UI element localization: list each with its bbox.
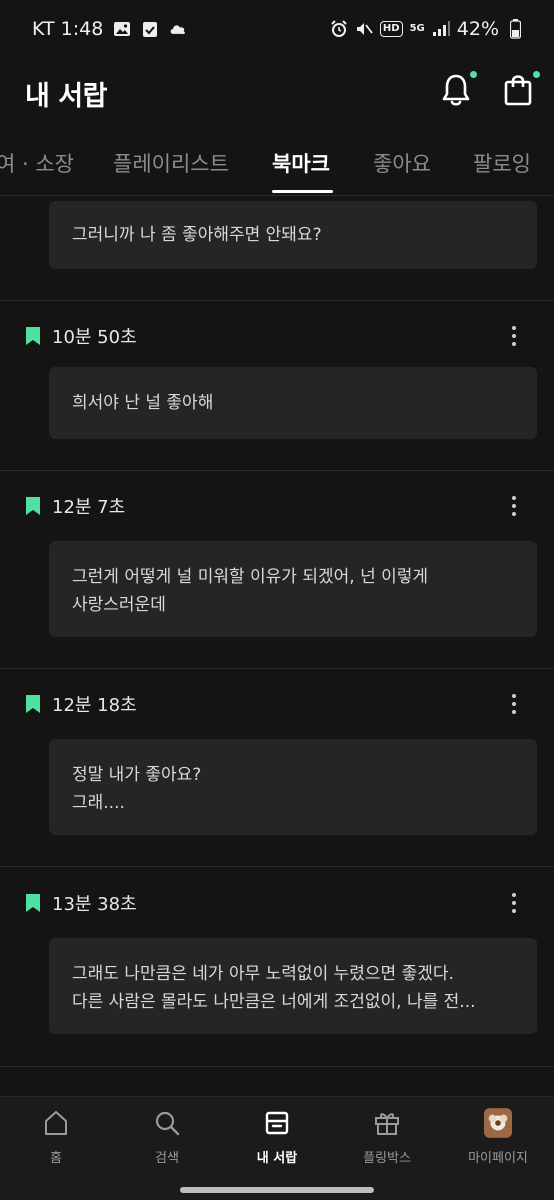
bottom-navigation: 홈 검색 내 서랍 플링박스 마이페이지 (0, 1096, 554, 1200)
gift-icon (373, 1109, 401, 1137)
bookmark-quote[interactable]: 그래도 나만큼은 네가 아무 노력없이 누렸으면 좋겠다. 다른 사람은 몰라도… (49, 938, 537, 1034)
nav-fling-box[interactable]: 플링박스 (337, 1109, 437, 1166)
nav-label: 홈 (50, 1151, 62, 1166)
hd-badge: HD (379, 21, 403, 37)
home-indicator (180, 1187, 374, 1193)
bookmark-quote[interactable]: 희서야 난 널 좋아해 (49, 367, 537, 439)
quote-line: 희서야 난 널 좋아해 (72, 393, 214, 413)
bookmark-header: 13분 38초 (25, 889, 137, 917)
gallery-icon (113, 20, 131, 38)
quote-line: 그러니까 나 좀 좋아해주면 안돼요? (72, 225, 322, 245)
bookmark-header: 12분 7초 (25, 492, 125, 520)
divider (0, 470, 554, 471)
nav-home[interactable]: 홈 (6, 1109, 106, 1166)
divider (0, 668, 554, 669)
divider (0, 1066, 554, 1067)
notification-dot (470, 71, 477, 78)
bookmark-time: 10분 50초 (52, 327, 137, 348)
app-header: 내 서랍 (0, 60, 554, 130)
app-screen: KT 1:48 HD 5G 42% 내 서랍 여 · 소장 플레이리스트 북마크… (0, 0, 554, 1200)
nav-label: 검색 (155, 1151, 179, 1166)
active-tab-indicator (272, 190, 333, 193)
nav-label: 마이페이지 (468, 1151, 528, 1166)
bookmark-icon (25, 326, 41, 346)
more-options-button[interactable] (502, 491, 526, 521)
quote-line: 그래도 나만큼은 네가 아무 노력없이 누렸으면 좋겠다. (72, 964, 454, 984)
bookmark-list[interactable]: 그러니까 나 좀 좋아해주면 안돼요? 10분 50초 희서야 난 널 좋아해 … (0, 197, 554, 1094)
avatar (484, 1108, 512, 1138)
bookmark-quote[interactable]: 정말 내가 좋아요? 그래.... (49, 739, 537, 835)
bookmark-header: 10분 50초 (25, 322, 137, 350)
quote-line: 다른 사람은 몰라도 나만큼은 너에게 조건없이, 나를 전... (72, 992, 476, 1012)
cloud-icon (169, 20, 187, 38)
shopping-bag-icon (504, 75, 532, 106)
page-title: 내 서랍 (25, 81, 107, 112)
bookmark-icon (25, 694, 41, 714)
network-label: 5G (409, 23, 425, 34)
divider (0, 866, 554, 867)
carrier-time: KT 1:48 (32, 18, 104, 40)
bookmark-icon (25, 893, 41, 913)
more-options-button[interactable] (502, 689, 526, 719)
bell-icon (442, 74, 470, 106)
bookmark-header: 12분 18초 (25, 690, 137, 718)
cart-dot (533, 71, 540, 78)
more-options-button[interactable] (502, 321, 526, 351)
alarm-icon (330, 20, 348, 38)
quote-line: 사랑스러운데 (72, 595, 166, 615)
search-icon (153, 1109, 181, 1137)
nav-label: 내 서랍 (256, 1151, 298, 1166)
bookmark-time: 12분 18초 (52, 695, 137, 716)
nav-search[interactable]: 검색 (117, 1109, 217, 1166)
quote-line: 그런게 어떻게 널 미워할 이유가 되겠어, 넌 이렇게 (72, 567, 429, 587)
tab-following[interactable]: 팔로잉 (473, 148, 531, 178)
battery-percent: 42% (456, 18, 499, 40)
battery-icon (506, 19, 524, 39)
bookmark-quote[interactable]: 그러니까 나 좀 좋아해주면 안돼요? (49, 201, 537, 269)
cart-button[interactable] (498, 70, 540, 110)
mute-icon (355, 20, 373, 38)
home-icon (42, 1109, 70, 1137)
signal-icon (432, 20, 450, 38)
nav-my-page[interactable]: 마이페이지 (448, 1108, 548, 1166)
checklist-icon (141, 20, 159, 38)
quote-line: 정말 내가 좋아요? (72, 765, 202, 785)
quote-line: 그래.... (72, 793, 125, 813)
nav-label: 플링박스 (363, 1151, 411, 1166)
tab-bookmark[interactable]: 북마크 (272, 148, 330, 178)
bookmark-time: 12분 7초 (52, 497, 126, 518)
tab-rental-owned[interactable]: 여 · 소장 (0, 148, 74, 178)
drawer-tabs: 여 · 소장 플레이리스트 북마크 좋아요 팔로잉 (0, 132, 554, 196)
notification-button[interactable] (436, 70, 477, 110)
tab-playlist[interactable]: 플레이리스트 (113, 148, 229, 178)
divider (0, 300, 554, 301)
more-options-button[interactable] (502, 888, 526, 918)
bookmark-icon (25, 496, 41, 516)
status-bar: KT 1:48 HD 5G 42% (0, 0, 554, 60)
nav-my-drawer[interactable]: 내 서랍 (227, 1109, 327, 1166)
drawer-icon (263, 1109, 291, 1137)
tab-likes[interactable]: 좋아요 (373, 148, 431, 178)
bookmark-quote[interactable]: 그런게 어떻게 널 미워할 이유가 되겠어, 넌 이렇게 사랑스러운데 (49, 541, 537, 637)
bookmark-time: 13분 38초 (52, 894, 137, 915)
